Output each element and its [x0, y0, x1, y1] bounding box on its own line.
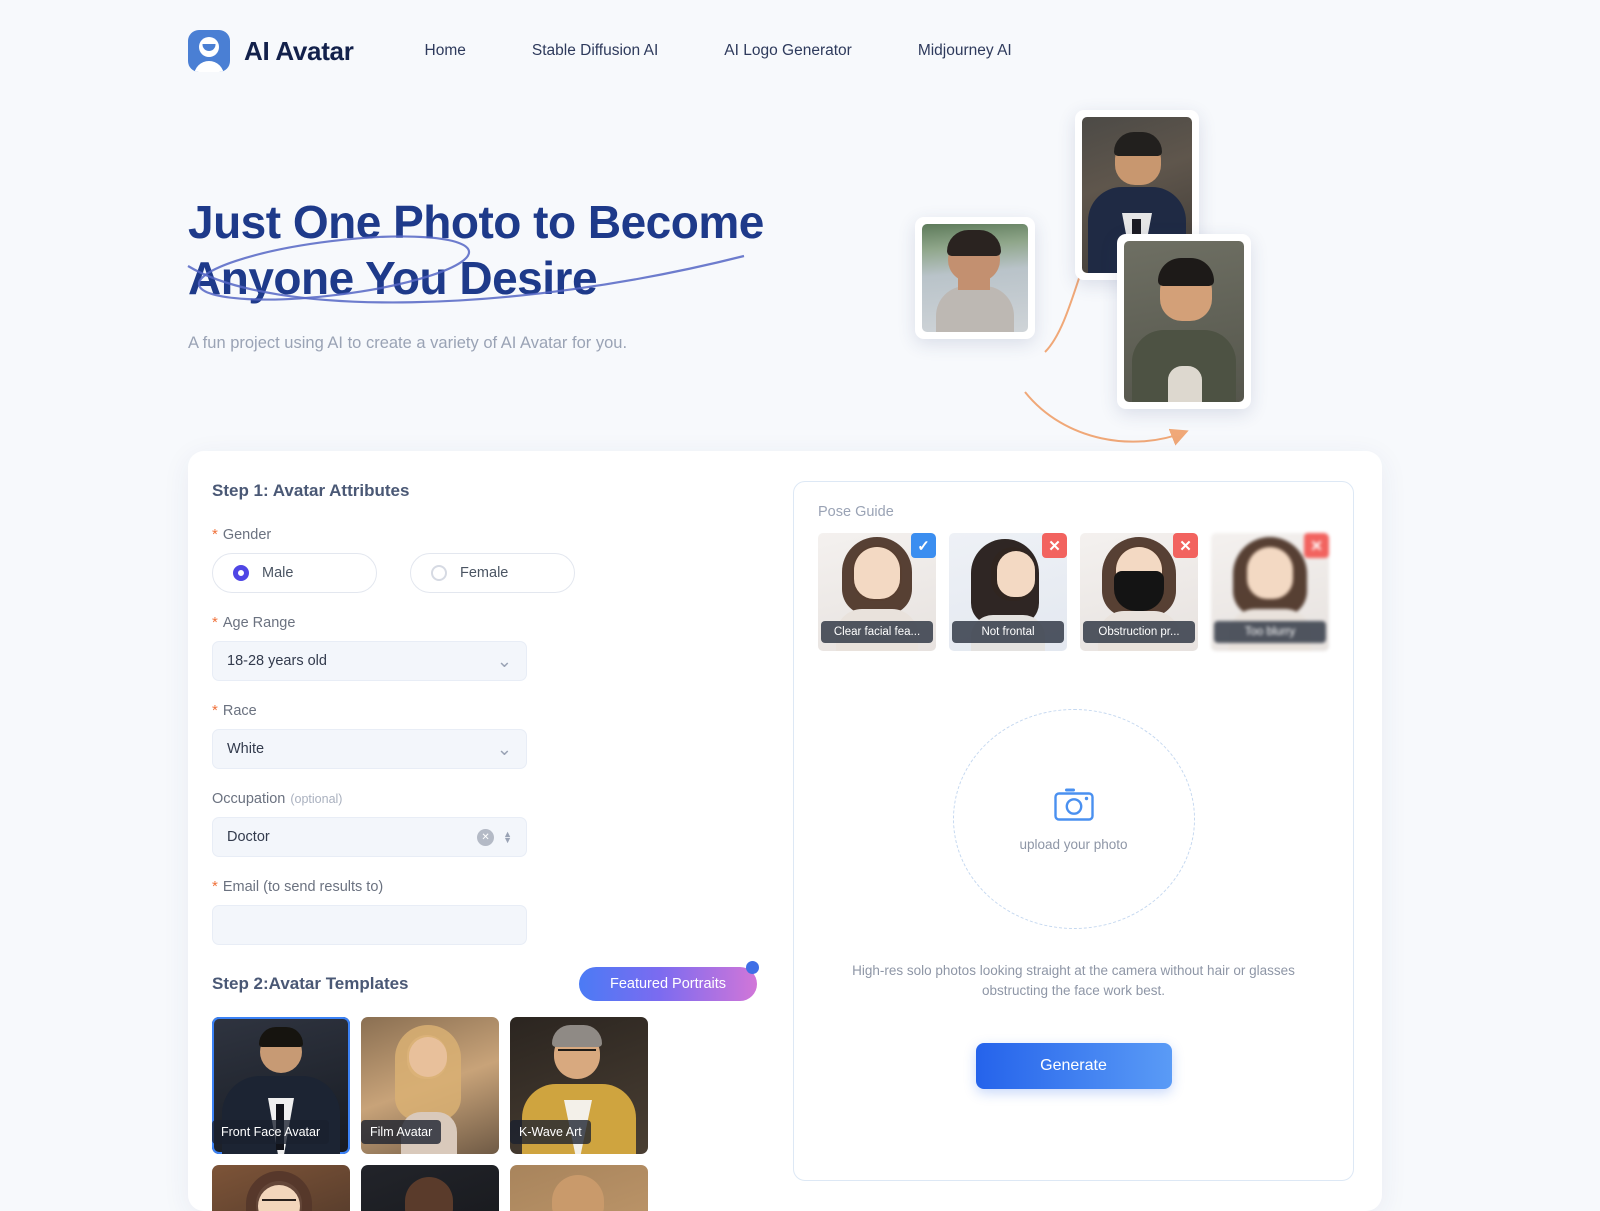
pose-status-icon: ✕: [1173, 533, 1198, 558]
pose-guide-label: Pose Guide: [818, 504, 894, 520]
template-card[interactable]: Front Face Avatar: [212, 1017, 350, 1154]
required-marker: *: [212, 526, 218, 543]
race-value: White: [227, 741, 265, 757]
race-label: * Race: [212, 702, 257, 719]
hero-source-photo: [915, 217, 1035, 339]
email-field[interactable]: [212, 905, 527, 945]
hero-section: Just One Photo to Become Anyone You Desi…: [0, 102, 1600, 450]
hero-illustration: [905, 102, 1335, 450]
pose-example-obstruction: ✕ Obstruction pr...: [1080, 533, 1198, 651]
template-card[interactable]: Realistic Oil Painti...: [212, 1165, 350, 1211]
template-card[interactable]: K-Wave Art: [510, 1017, 648, 1154]
hero-result-photo-casual: [1117, 234, 1251, 409]
photo-dropzone[interactable]: upload your photo: [952, 709, 1195, 929]
pose-guide-row: ✓ Clear facial fea... ✕ Not frontal ✕ Ob…: [818, 533, 1329, 651]
stepper-icon[interactable]: ▲ ▼: [503, 830, 512, 845]
page-title-line2: Anyone You Desire: [188, 252, 598, 304]
template-card[interactable]: Film Avatar: [361, 1017, 499, 1154]
gender-radio-group: Male Female: [212, 553, 769, 593]
template-label: Film Avatar: [361, 1120, 442, 1144]
email-label: * Email (to send results to): [212, 878, 384, 895]
upload-column: Pose Guide ✓ Clear facial fea... ✕ Not f…: [793, 451, 1382, 1211]
pose-caption: Clear facial fea...: [821, 621, 933, 643]
nav-item-home[interactable]: Home: [392, 34, 499, 68]
template-grid: Front Face Avatar Film Avatar K-Wave Art: [212, 1017, 769, 1211]
occupation-input[interactable]: Doctor ✕ ▲ ▼: [212, 817, 527, 857]
nav-item-stable-diffusion[interactable]: Stable Diffusion AI: [499, 34, 691, 68]
occupation-controls: ✕ ▲ ▼: [477, 828, 512, 846]
race-select[interactable]: White ⌄: [212, 729, 527, 769]
age-range-value: 18-28 years old: [227, 653, 327, 669]
age-range-select[interactable]: 18-28 years old ⌄: [212, 641, 527, 681]
gender-male-label: Male: [262, 565, 294, 581]
pose-caption: Not frontal: [952, 621, 1064, 643]
page-title-line1: Just One Photo to Become: [188, 196, 764, 248]
main-card: Step 1: Avatar Attributes * Gender Male …: [188, 451, 1382, 1211]
page-title: Just One Photo to Become Anyone You Desi…: [187, 194, 788, 306]
pose-example-blurry: ✕ Too blurry: [1211, 533, 1329, 651]
step1-title: Step 1: Avatar Attributes: [212, 481, 410, 500]
gender-label: * Gender: [212, 526, 272, 543]
nav-item-ai-logo-generator[interactable]: AI Logo Generator: [691, 34, 885, 68]
pose-status-icon: ✕: [1304, 533, 1329, 558]
featured-portraits-badge[interactable]: Featured Portraits: [579, 961, 759, 1001]
radio-selected-icon: [233, 565, 249, 581]
template-label: K-Wave Art: [510, 1120, 591, 1144]
pose-caption: Obstruction pr...: [1083, 621, 1195, 643]
step2-title: Step 2:Avatar Templates: [212, 974, 409, 993]
badge-dot-icon: [746, 961, 759, 974]
template-card[interactable]: [361, 1165, 499, 1211]
page-subtitle: A fun project using AI to create a varie…: [188, 334, 628, 352]
required-marker: *: [212, 614, 218, 631]
pose-caption: Too blurry: [1214, 621, 1326, 643]
optional-note: (optional): [290, 792, 343, 806]
attributes-column: Step 1: Avatar Attributes * Gender Male …: [188, 451, 793, 1211]
pose-status-icon: ✕: [1042, 533, 1067, 558]
brand-name: AI Avatar: [244, 35, 354, 66]
featured-portraits-label: Featured Portraits: [609, 976, 727, 992]
site-header: AI Avatar Home Stable Diffusion AI AI Lo…: [0, 0, 1600, 102]
generate-button[interactable]: Generate: [975, 1043, 1172, 1089]
upload-panel: Pose Guide ✓ Clear facial fea... ✕ Not f…: [793, 481, 1354, 1181]
clear-icon[interactable]: ✕: [477, 828, 495, 846]
pose-example-not-frontal: ✕ Not frontal: [949, 533, 1067, 651]
template-card[interactable]: [510, 1165, 648, 1211]
avatar-smiley-icon: [188, 30, 230, 72]
gender-option-female[interactable]: Female: [410, 553, 575, 593]
nav-item-midjourney[interactable]: Midjourney AI: [885, 34, 1045, 68]
chevron-down-icon: ⌄: [496, 651, 512, 671]
upload-hint: High-res solo photos looking straight at…: [852, 963, 1295, 998]
pose-status-icon: ✓: [911, 533, 936, 558]
template-label: Front Face Avatar: [212, 1120, 330, 1144]
gender-female-label: Female: [460, 565, 509, 581]
required-marker: *: [212, 702, 218, 719]
camera-icon: [1053, 788, 1094, 821]
pose-example-good: ✓ Clear facial fea...: [818, 533, 936, 651]
gender-option-male[interactable]: Male: [212, 553, 377, 593]
dropzone-label: upload your photo: [1019, 836, 1128, 852]
occupation-label: Occupation (optional): [212, 791, 343, 807]
occupation-value: Doctor: [227, 829, 270, 845]
brand-logo[interactable]: AI Avatar: [188, 30, 354, 72]
step2-header: Step 2:Avatar Templates Featured Portrai…: [212, 961, 769, 1001]
age-range-label: * Age Range: [212, 614, 296, 631]
chevron-down-icon: ⌄: [496, 739, 512, 759]
radio-unselected-icon: [431, 565, 447, 581]
main-nav: Home Stable Diffusion AI AI Logo Generat…: [392, 34, 1045, 68]
required-marker: *: [212, 878, 218, 895]
